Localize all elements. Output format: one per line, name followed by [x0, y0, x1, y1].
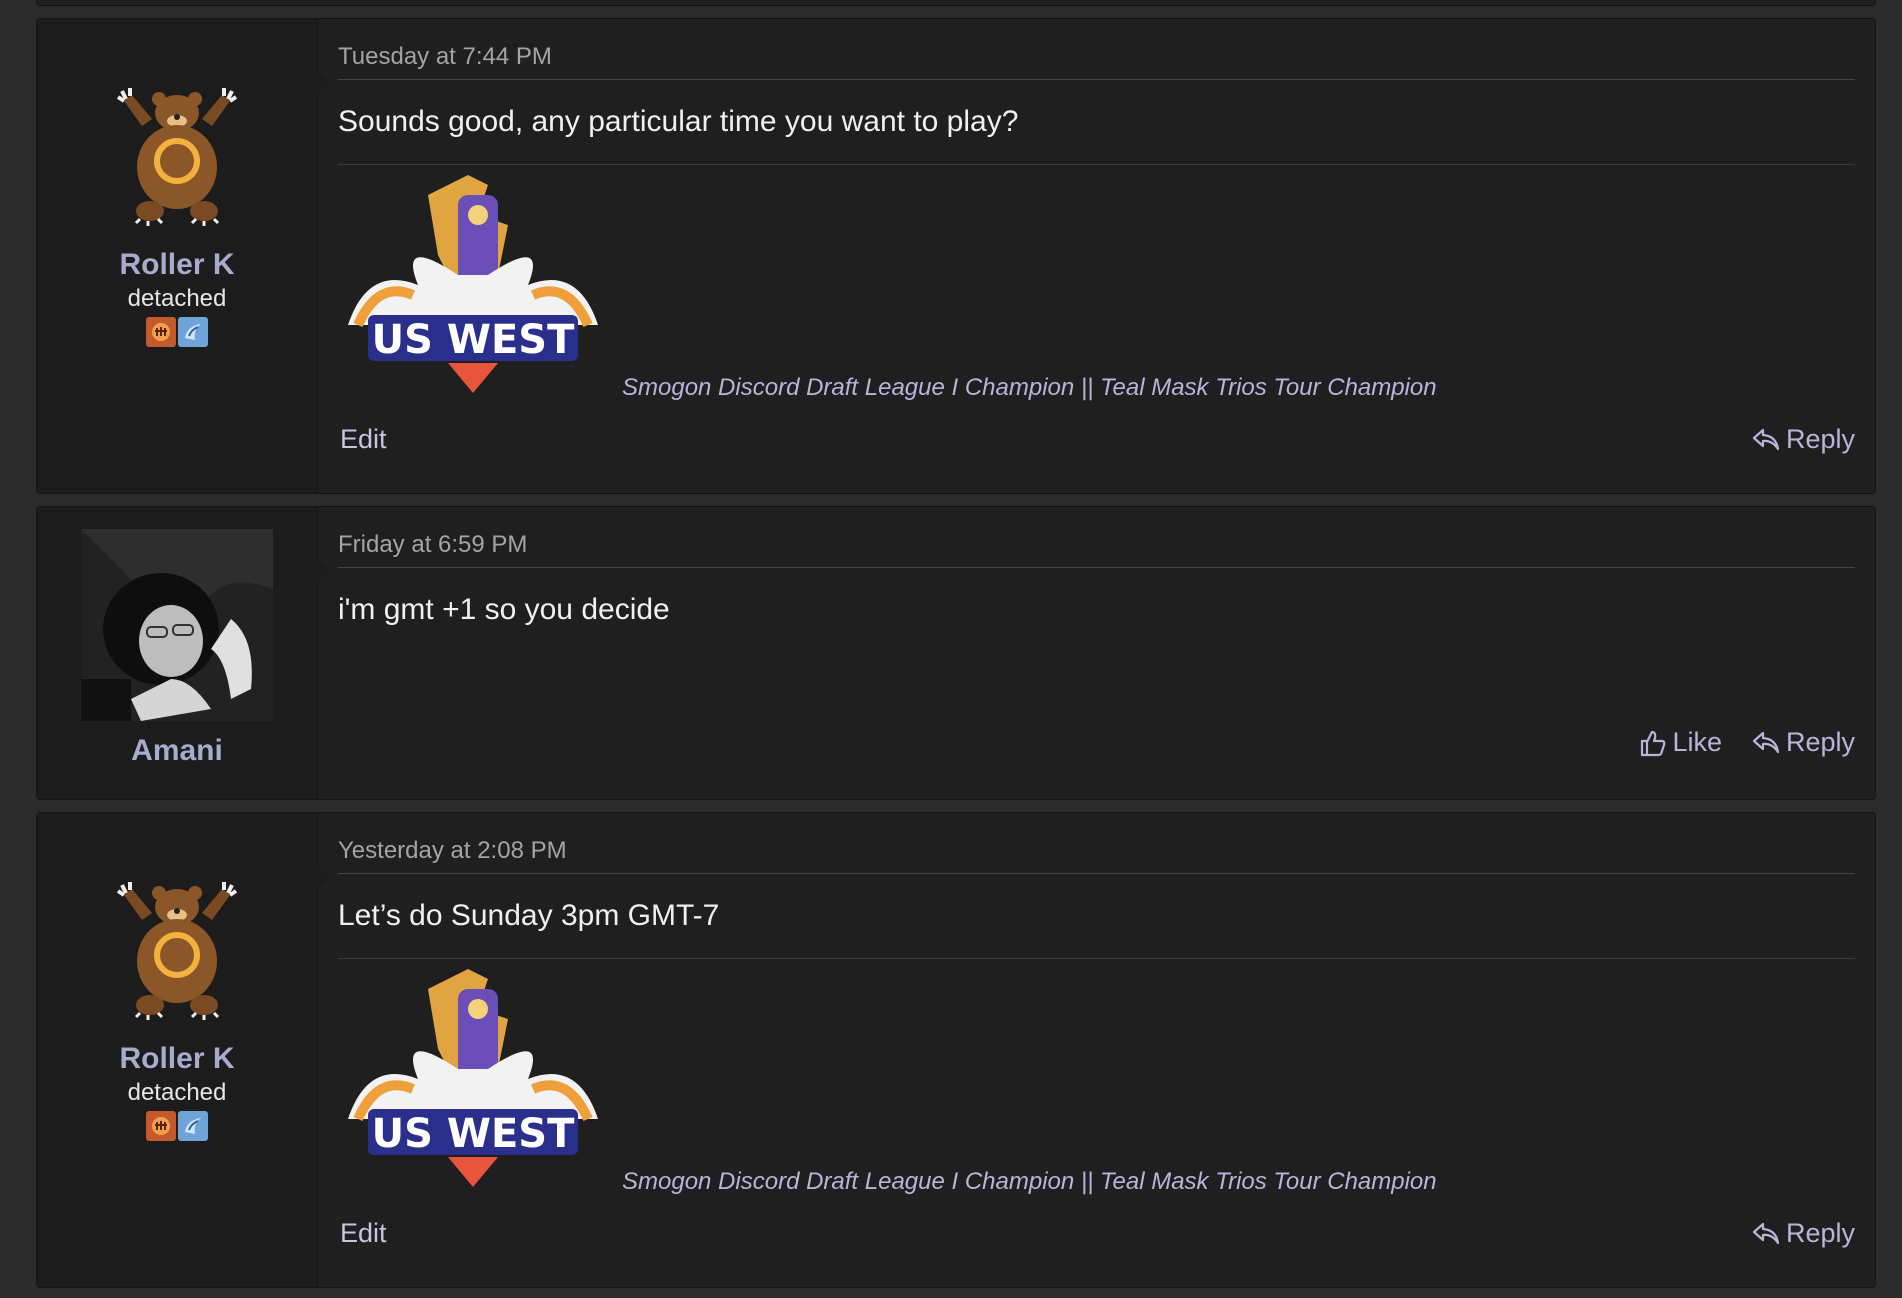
avatar[interactable] — [37, 507, 317, 721]
thread: Roller K detached Tuesday at 7:44 PM Sou… — [0, 0, 1902, 1298]
ursaring-icon — [116, 882, 238, 1020]
reply-icon — [1752, 1221, 1780, 1247]
signature-text: Smogon Discord Draft League I Champion |… — [622, 374, 1437, 401]
fighting-type-icon — [146, 1111, 176, 1141]
like-button[interactable]: Like — [1640, 727, 1722, 758]
message-text: Sounds good, any particular time you wan… — [338, 105, 1019, 138]
us-west-logo-icon: US WEST — [348, 175, 598, 393]
user-title: detached — [127, 1079, 227, 1106]
post-body: Yesterday at 2:08 PM Let’s do Sunday 3pm… — [318, 813, 1875, 1287]
user-info: Roller K detached — [37, 813, 329, 1287]
signature: US WEST Smogon Discord Draft League I Ch… — [338, 165, 1855, 403]
signature: US WEST Smogon Discord Draft League I Ch… — [338, 959, 1855, 1197]
fighting-type-icon — [146, 317, 176, 347]
username[interactable]: Amani — [37, 733, 317, 769]
reply-button[interactable]: Reply — [1752, 424, 1855, 455]
logo-text: US WEST — [372, 317, 575, 363]
reply-icon — [1752, 427, 1780, 453]
post-date[interactable]: Tuesday at 7:44 PM — [338, 19, 1855, 80]
user-badges — [37, 317, 317, 347]
reply-label: Reply — [1785, 727, 1855, 757]
reply-label: Reply — [1785, 1218, 1855, 1248]
avatar[interactable] — [37, 813, 317, 1023]
us-west-logo-icon: US WEST — [348, 969, 598, 1187]
post-date[interactable]: Friday at 6:59 PM — [338, 507, 1855, 568]
water-type-icon — [178, 1111, 208, 1141]
reply-button[interactable]: Reply — [1752, 1218, 1855, 1249]
reply-button[interactable]: Reply — [1752, 727, 1855, 758]
post-date[interactable]: Yesterday at 2:08 PM — [338, 813, 1855, 874]
edit-button[interactable]: Edit — [338, 424, 387, 455]
profile-photo-icon — [81, 529, 273, 721]
user-title: detached — [127, 285, 227, 312]
edit-button[interactable]: Edit — [338, 1218, 387, 1249]
thumbs-up-icon — [1640, 729, 1666, 757]
post: Roller K detached Tuesday at 7:44 PM Sou… — [36, 18, 1876, 494]
user-info: Roller K detached — [37, 19, 329, 493]
message-text: i'm gmt +1 so you decide — [338, 593, 670, 626]
user-badges — [37, 1111, 317, 1141]
post-actions: Like Reply — [338, 727, 1855, 758]
water-type-icon — [178, 317, 208, 347]
user-info: Amani — [37, 507, 329, 799]
post-actions: Edit Reply — [338, 424, 1855, 455]
username[interactable]: Roller K — [37, 247, 317, 283]
post-body: Friday at 6:59 PM i'm gmt +1 so you deci… — [318, 507, 1875, 799]
avatar[interactable] — [37, 19, 317, 229]
ursaring-icon — [116, 88, 238, 226]
like-label: Like — [1672, 727, 1722, 757]
reply-icon — [1752, 730, 1780, 756]
post: Amani Friday at 6:59 PM i'm gmt +1 so yo… — [36, 506, 1876, 800]
reply-label: Reply — [1785, 424, 1855, 454]
post: Roller K detached Yesterday at 2:08 PM L… — [36, 812, 1876, 1288]
post-actions: Edit Reply — [338, 1218, 1855, 1249]
previous-post-edge — [36, 0, 1876, 6]
message-text: Let’s do Sunday 3pm GMT-7 — [338, 899, 720, 932]
signature-text: Smogon Discord Draft League I Champion |… — [622, 1168, 1437, 1195]
username[interactable]: Roller K — [37, 1041, 317, 1077]
logo-text: US WEST — [372, 1111, 575, 1157]
post-body: Tuesday at 7:44 PM Sounds good, any part… — [318, 19, 1875, 493]
